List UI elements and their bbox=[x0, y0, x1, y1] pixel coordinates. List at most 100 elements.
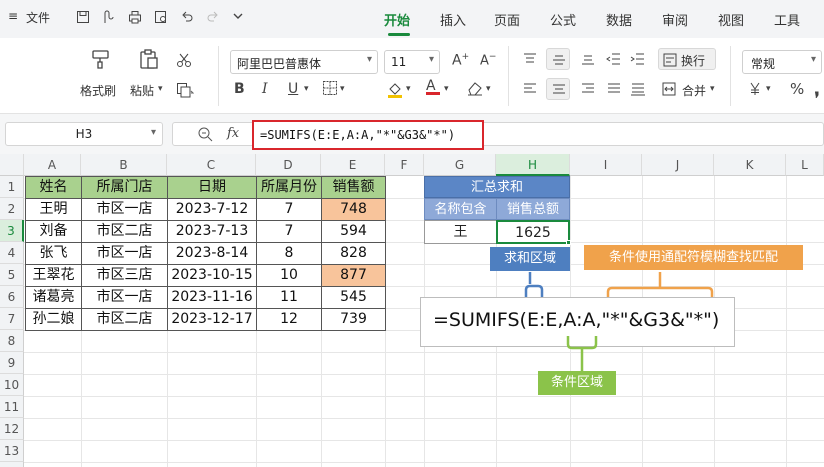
table-cell[interactable]: 12 bbox=[256, 308, 322, 331]
table-cell[interactable]: 刘备 bbox=[25, 220, 82, 243]
table-header-month[interactable]: 所属月份 bbox=[256, 176, 322, 199]
column-header-C[interactable]: C bbox=[167, 154, 256, 176]
indent-decrease-icon[interactable] bbox=[606, 52, 622, 69]
row-header-1[interactable]: 1 bbox=[0, 176, 24, 198]
align-center-button[interactable] bbox=[546, 78, 570, 100]
tab-tools[interactable]: 工具 bbox=[774, 10, 800, 29]
table-cell[interactable]: 市区三店 bbox=[81, 264, 168, 287]
clear-format-dropdown-icon[interactable]: ▾ bbox=[486, 84, 491, 94]
table-cell[interactable]: 2023-7-12 bbox=[167, 198, 257, 221]
font-color-dropdown-icon[interactable]: ▾ bbox=[444, 84, 449, 94]
fx-icon[interactable]: fx bbox=[227, 126, 239, 141]
cut-icon[interactable] bbox=[176, 52, 192, 71]
table-cell[interactable]: 594 bbox=[321, 220, 386, 243]
table-cell[interactable]: 2023-7-13 bbox=[167, 220, 257, 243]
row-header-11[interactable]: 11 bbox=[0, 396, 24, 418]
table-cell[interactable]: 11 bbox=[256, 286, 322, 309]
tab-formulas[interactable]: 公式 bbox=[550, 10, 576, 29]
align-right-icon[interactable] bbox=[580, 82, 596, 99]
redo-icon[interactable] bbox=[206, 10, 220, 28]
currency-dropdown-icon[interactable]: ▾ bbox=[766, 84, 771, 94]
summary-header-criteria[interactable]: 名称包含 bbox=[424, 198, 497, 220]
table-cell[interactable]: 市区一店 bbox=[81, 198, 168, 221]
chevron-down-icon[interactable] bbox=[232, 10, 244, 26]
underline-icon[interactable]: U bbox=[288, 81, 298, 97]
select-all-corner[interactable] bbox=[0, 154, 24, 176]
justify-icon[interactable] bbox=[606, 82, 622, 99]
clear-format-icon[interactable] bbox=[466, 80, 484, 99]
summary-criteria-cell[interactable]: 王 bbox=[424, 220, 497, 244]
table-cell[interactable]: 828 bbox=[321, 242, 386, 265]
column-header-E[interactable]: E bbox=[321, 154, 385, 176]
copy-icon[interactable] bbox=[176, 82, 195, 101]
table-cell[interactable]: 2023-8-14 bbox=[167, 242, 257, 265]
table-cell[interactable]: 545 bbox=[321, 286, 386, 309]
column-header-H[interactable]: H bbox=[496, 154, 570, 176]
borders-dropdown-icon[interactable]: ▾ bbox=[340, 84, 345, 94]
column-header-A[interactable]: A bbox=[24, 154, 81, 176]
merge-dropdown-icon[interactable]: ▾ bbox=[710, 84, 715, 94]
export-pdf-icon[interactable] bbox=[102, 10, 116, 28]
merge-icon[interactable] bbox=[662, 82, 676, 99]
table-cell[interactable]: 王翠花 bbox=[25, 264, 82, 287]
column-header-I[interactable]: I bbox=[570, 154, 642, 176]
fill-color-dropdown-icon[interactable]: ▾ bbox=[406, 84, 411, 94]
align-middle-button[interactable] bbox=[546, 48, 570, 70]
row-header-8[interactable]: 8 bbox=[0, 330, 24, 352]
table-cell-highlighted[interactable]: 877 bbox=[321, 264, 386, 287]
row-header-13[interactable]: 13 bbox=[0, 440, 24, 462]
column-header-J[interactable]: J bbox=[642, 154, 714, 176]
paste-icon[interactable] bbox=[138, 48, 160, 73]
font-color-icon[interactable]: A bbox=[426, 78, 440, 95]
align-bottom-icon[interactable] bbox=[580, 52, 596, 69]
table-cell[interactable]: 7 bbox=[256, 198, 322, 221]
name-box[interactable]: H3 ▾ bbox=[5, 122, 163, 146]
file-menu[interactable]: 文件 bbox=[26, 9, 50, 26]
tab-review[interactable]: 审阅 bbox=[662, 10, 688, 29]
row-header-10[interactable]: 10 bbox=[0, 374, 24, 396]
percent-button[interactable]: % bbox=[790, 80, 804, 98]
table-cell[interactable]: 孙二娘 bbox=[25, 308, 82, 331]
number-format-select[interactable]: 常规 ▾ bbox=[742, 50, 822, 74]
distributed-icon[interactable] bbox=[630, 82, 646, 99]
tab-home[interactable]: 开始 bbox=[384, 10, 410, 29]
fill-color-icon[interactable] bbox=[386, 80, 404, 101]
fill-handle[interactable] bbox=[566, 240, 571, 245]
row-header-6[interactable]: 6 bbox=[0, 286, 24, 308]
summary-header-total[interactable]: 销售总额 bbox=[496, 198, 570, 220]
wrap-text-button[interactable]: 换行 bbox=[658, 48, 716, 70]
column-header-B[interactable]: B bbox=[81, 154, 167, 176]
tab-insert[interactable]: 插入 bbox=[440, 10, 466, 29]
align-top-icon[interactable] bbox=[522, 52, 538, 69]
tab-page[interactable]: 页面 bbox=[494, 10, 520, 29]
table-cell[interactable]: 8 bbox=[256, 242, 322, 265]
paste-dropdown-icon[interactable]: ▾ bbox=[158, 84, 163, 94]
column-header-K[interactable]: K bbox=[714, 154, 786, 176]
indent-increase-icon[interactable] bbox=[630, 52, 646, 69]
comma-style-icon[interactable] bbox=[812, 80, 822, 101]
table-cell[interactable]: 2023-12-17 bbox=[167, 308, 257, 331]
table-header-date[interactable]: 日期 bbox=[167, 176, 257, 199]
table-cell[interactable]: 市区一店 bbox=[81, 242, 168, 265]
table-cell[interactable]: 市区一店 bbox=[81, 286, 168, 309]
align-left-icon[interactable] bbox=[522, 82, 538, 99]
table-cell-highlighted[interactable]: 748 bbox=[321, 198, 386, 221]
currency-icon[interactable] bbox=[748, 82, 762, 99]
borders-icon[interactable] bbox=[322, 80, 338, 99]
row-header-2[interactable]: 2 bbox=[0, 198, 24, 220]
row-header-9[interactable]: 9 bbox=[0, 352, 24, 374]
table-cell[interactable]: 张飞 bbox=[25, 242, 82, 265]
row-header-7[interactable]: 7 bbox=[0, 308, 24, 330]
save-icon[interactable] bbox=[76, 10, 90, 28]
font-size-select[interactable]: 11 ▾ bbox=[384, 50, 440, 74]
print-preview-icon[interactable] bbox=[154, 10, 168, 28]
summary-title[interactable]: 汇总求和 bbox=[424, 176, 570, 198]
table-cell[interactable]: 王明 bbox=[25, 198, 82, 221]
table-cell[interactable]: 2023-10-15 bbox=[167, 264, 257, 287]
column-header-G[interactable]: G bbox=[424, 154, 496, 176]
italic-icon[interactable]: I bbox=[262, 81, 268, 97]
tab-view[interactable]: 视图 bbox=[718, 10, 744, 29]
summary-result-cell[interactable]: 1625 bbox=[496, 220, 570, 244]
print-icon[interactable] bbox=[128, 10, 142, 28]
format-painter-label[interactable]: 格式刷 bbox=[80, 82, 116, 99]
